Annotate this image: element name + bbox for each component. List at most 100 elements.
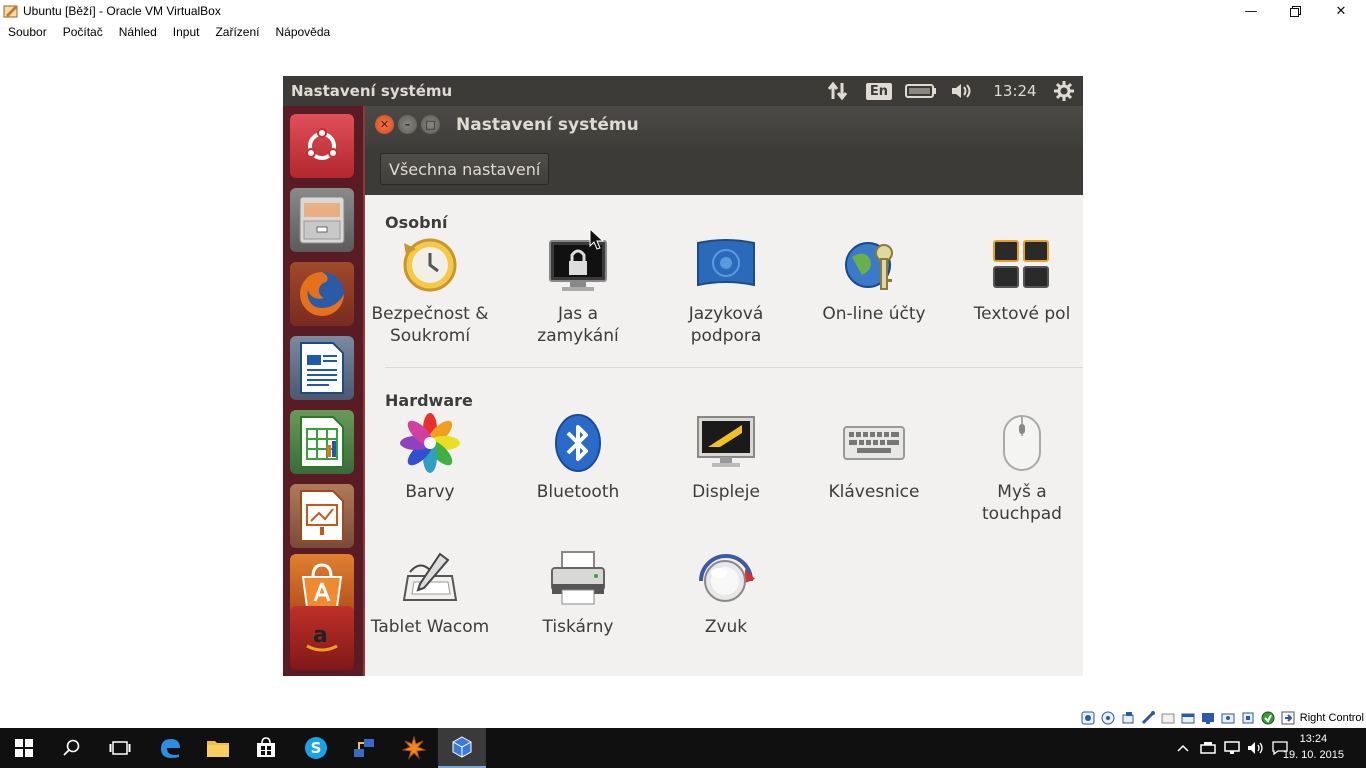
settings-item-bluetooth[interactable]: Bluetooth [508, 413, 648, 503]
tray-network-button[interactable] [1220, 728, 1244, 768]
libreoffice-impress-icon[interactable] [290, 484, 354, 548]
settings-item-label: Tiskárny [542, 617, 614, 637]
ubuntu-dash-icon[interactable] [290, 114, 354, 178]
settings-item-printers[interactable]: Tiskárny [508, 548, 648, 638]
language-support-icon [694, 235, 758, 295]
tray-device-button[interactable] [1196, 728, 1220, 768]
menu-input[interactable]: Input [165, 25, 208, 39]
bluetooth-icon [546, 413, 610, 473]
svg-text:S: S [311, 739, 322, 757]
edge-taskbar-button[interactable] [146, 728, 194, 768]
edge-icon [161, 739, 180, 758]
store-taskbar-button[interactable] [242, 728, 290, 768]
network-icon[interactable] [823, 76, 853, 106]
section-title-personal: Osobní [385, 213, 448, 232]
settings-item-label: Bezpečnost & Soukromí [371, 304, 489, 346]
host-key-arrow-icon[interactable] [1280, 710, 1296, 726]
menu-napoveda[interactable]: Nápověda [267, 25, 338, 39]
virtualbox-app-icon [3, 3, 19, 19]
settings-item-mouse-touchpad[interactable]: Myš a touchpad [952, 413, 1083, 525]
clock[interactable]: 13:24 [987, 76, 1043, 106]
menu-pocitac[interactable]: Počítač [55, 25, 111, 39]
virtualization-icon[interactable] [1240, 710, 1256, 726]
task-view-button[interactable] [96, 728, 144, 768]
settings-item-label: Klávesnice [828, 482, 920, 502]
settings-item-online-accounts[interactable]: On-line účty [804, 235, 944, 325]
burst-app-icon [402, 736, 426, 760]
audio-icon[interactable] [1120, 710, 1136, 726]
mouse-integration-icon[interactable] [1260, 710, 1276, 726]
settings-item-label: Jas a zamykání [537, 304, 619, 346]
all-settings-button[interactable]: Všechna nastavení [380, 153, 550, 185]
network-app-taskbar-button[interactable] [340, 728, 388, 768]
session-gear-icon[interactable] [1051, 76, 1077, 106]
settings-item-text-entry[interactable]: Textové pol [952, 235, 1083, 325]
minimize-button[interactable]: — [1228, 0, 1274, 22]
tray-clock[interactable]: 13:24 19. 10. 2015 [1283, 731, 1344, 763]
displays-icon [694, 413, 758, 473]
settings-content: Osobní Bezpečnost & Soukromí Jas a zamyk… [365, 195, 1083, 676]
file-explorer-taskbar-button[interactable] [194, 728, 242, 768]
libreoffice-writer-icon[interactable] [290, 336, 354, 400]
hdd-icon[interactable] [1080, 710, 1096, 726]
settings-item-displays[interactable]: Displeje [656, 413, 796, 503]
shared-folders-icon[interactable] [1180, 710, 1196, 726]
skype-icon: S [305, 737, 327, 759]
menu-nahled[interactable]: Náhled [111, 25, 165, 39]
vbox-menubar: Soubor Počítač Náhled Input Zařízení Náp… [0, 22, 1366, 42]
text-entry-icon [990, 235, 1054, 295]
skype-taskbar-button[interactable]: S [292, 728, 340, 768]
usb-icon[interactable] [1160, 710, 1176, 726]
unity-launcher: a [283, 106, 365, 676]
settings-item-label: Tablet Wacom [370, 617, 490, 637]
menu-soubor[interactable]: Soubor [0, 25, 55, 39]
burst-app-taskbar-button[interactable] [390, 728, 438, 768]
window-minimize-button[interactable]: – [398, 115, 417, 134]
video-capture-icon[interactable] [1220, 710, 1236, 726]
files-icon[interactable] [290, 188, 354, 252]
task-view-icon [109, 741, 131, 755]
close-button[interactable]: ✕ [1318, 0, 1364, 22]
start-button[interactable] [0, 728, 48, 768]
restore-button[interactable] [1272, 0, 1318, 22]
settings-item-brightness-lock[interactable]: Jas a zamykání [508, 235, 648, 347]
settings-item-label: Bluetooth [536, 482, 620, 502]
settings-item-color[interactable]: Barvy [360, 413, 500, 503]
window-maximize-button[interactable]: □ [421, 115, 440, 134]
settings-item-label: On-line účty [822, 304, 926, 324]
search-icon [63, 739, 80, 756]
amazon-icon[interactable]: a [290, 606, 354, 670]
keyboard-layout-indicator[interactable]: En [865, 76, 893, 106]
network-adapter-icon[interactable] [1140, 710, 1156, 726]
network-tray-icon [1224, 741, 1240, 754]
search-button[interactable] [48, 728, 96, 768]
settings-item-keyboard[interactable]: Klávesnice [804, 413, 944, 503]
virtualbox-icon [452, 736, 472, 758]
menu-zarizeni[interactable]: Zařízení [207, 25, 267, 39]
window-close-button[interactable]: ✕ [375, 115, 394, 134]
show-hidden-icons-button[interactable] [1172, 728, 1194, 768]
firefox-icon[interactable] [290, 262, 354, 326]
display-icon[interactable] [1200, 710, 1216, 726]
keyboard-layout-label: En [865, 82, 893, 100]
wacom-tablet-icon [398, 548, 462, 608]
window-header: ✕ – □ Nastavení systému Všechna nastaven… [365, 106, 1083, 195]
tray-date-label: 19. 10. 2015 [1282, 749, 1344, 761]
virtualbox-taskbar-button[interactable] [438, 728, 486, 768]
settings-item-language-support[interactable]: Jazyková podpora [656, 235, 796, 347]
libreoffice-calc-icon[interactable] [290, 410, 354, 474]
tray-volume-button[interactable] [1244, 728, 1268, 768]
color-icon [398, 413, 462, 473]
battery-icon[interactable] [903, 76, 939, 106]
settings-item-wacom-tablet[interactable]: Tablet Wacom [360, 548, 500, 638]
optical-drive-icon[interactable] [1100, 710, 1116, 726]
mouse-pointer-icon [589, 228, 605, 250]
settings-item-security-privacy[interactable]: Bezpečnost & Soukromí [360, 235, 500, 347]
volume-tray-icon [1248, 742, 1263, 754]
vm-display[interactable]: Nastavení systému En 13:24 a ✕ – □ Nasta… [283, 76, 1083, 676]
host-key-label: Right Control [1299, 712, 1364, 724]
clock-label: 13:24 [993, 82, 1037, 100]
settings-item-sound[interactable]: Zvuk [656, 548, 796, 638]
volume-icon[interactable] [947, 76, 977, 106]
sound-icon [694, 548, 758, 608]
